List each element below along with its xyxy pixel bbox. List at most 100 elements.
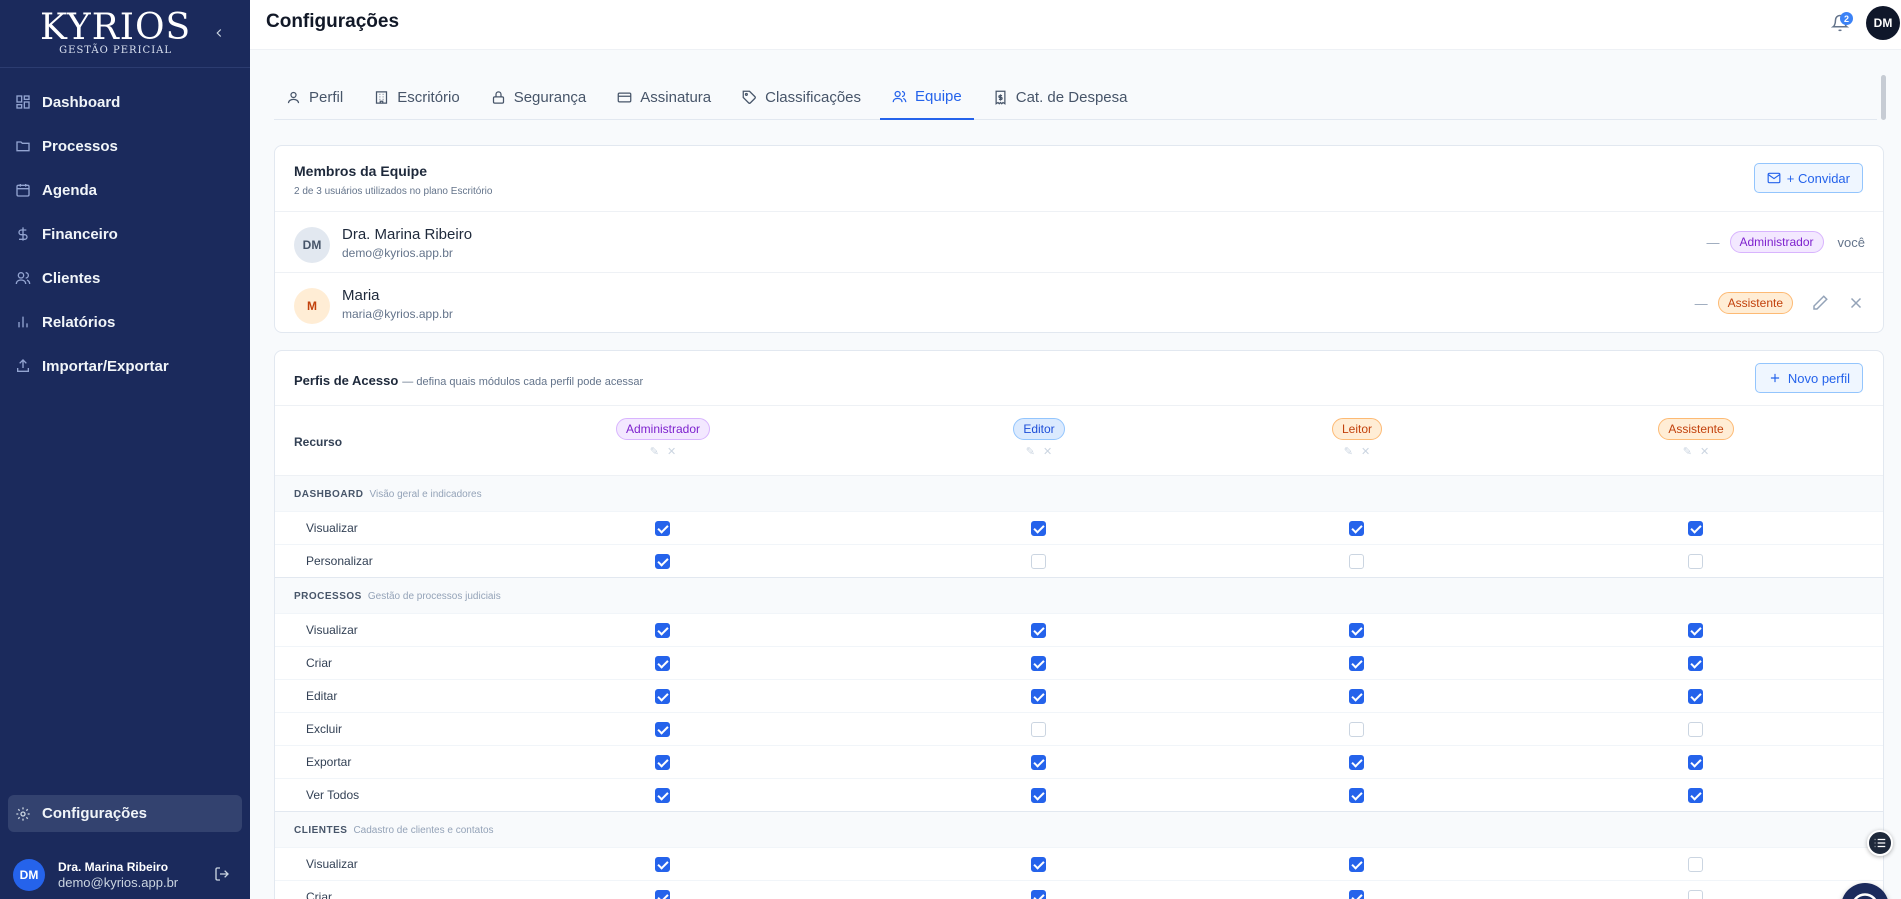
role-column-leitor: Leitor ✎ ✕ [1277,418,1437,458]
kyrios-logo[interactable]: KYRIOS GESTÃO PERICIAL [40,10,191,57]
permission-checkbox[interactable] [655,623,670,638]
permission-checkbox[interactable] [655,890,670,899]
permission-checkbox[interactable] [1031,623,1046,638]
close-icon[interactable]: ✕ [1361,445,1370,458]
permission-checkbox[interactable] [1349,554,1364,569]
tab-perfil[interactable]: Perfil [274,75,355,120]
tab-equipe[interactable]: Equipe [880,75,974,120]
permission-label: Criar [306,656,332,670]
tab-seguranca[interactable]: Segurança [479,75,599,120]
permission-checkbox[interactable] [1688,623,1703,638]
settings-tabs: Perfil Escritório Segurança Assinatura C… [274,75,1877,120]
permission-checkbox[interactable] [655,722,670,737]
permission-checkbox[interactable] [1688,857,1703,872]
user-email: demo@kyrios.app.br [58,874,179,890]
permission-checkbox[interactable] [1031,656,1046,671]
avatar: DM [294,227,330,263]
sidebar-item-agenda[interactable]: Agenda [0,168,250,212]
permission-checkbox[interactable] [1688,788,1703,803]
permission-checkbox[interactable] [1688,689,1703,704]
users-icon [892,90,907,103]
sidebar-item-label: Agenda [42,181,98,199]
close-icon[interactable]: ✕ [1700,445,1709,458]
permission-checkbox[interactable] [1349,656,1364,671]
permission-checkbox[interactable] [655,689,670,704]
permission-checkbox[interactable] [1031,689,1046,704]
permission-checkbox[interactable] [655,656,670,671]
edit-icon[interactable]: ✎ [1344,445,1353,458]
permission-checkbox[interactable] [1688,521,1703,536]
sidebar-item-configuracoes[interactable]: Configurações [8,795,242,832]
permission-checkbox[interactable] [655,521,670,536]
edit-icon[interactable]: ✎ [650,445,659,458]
avatar[interactable]: DM [13,858,45,891]
close-icon[interactable] [1847,294,1865,312]
permission-checkbox[interactable] [1031,788,1046,803]
permission-checkbox[interactable] [1349,755,1364,770]
tab-assinatura[interactable]: Assinatura [605,75,723,120]
permission-checkbox[interactable] [655,554,670,569]
resource-header: Recurso [294,435,343,449]
edit-icon[interactable]: ✎ [1683,445,1692,458]
edit-icon[interactable] [1811,294,1829,312]
sidebar-item-importar-exportar[interactable]: Importar/Exportar [0,344,250,388]
new-profile-label: Novo perfil [1787,370,1850,386]
section-title: PROCESSOS [294,591,362,602]
main-content: Perfil Escritório Segurança Assinatura C… [250,50,1901,899]
tab-cat-despesa[interactable]: Cat. de Despesa [981,75,1140,120]
lock-icon [492,91,504,104]
permission-checkbox[interactable] [1031,554,1046,569]
permission-checkbox[interactable] [1031,722,1046,737]
permission-label: Exportar [306,755,352,769]
header-avatar[interactable]: DM [1866,6,1900,40]
permission-checkbox[interactable] [1688,554,1703,569]
permission-checkbox[interactable] [1688,755,1703,770]
top-header: Configurações 2 DM [250,0,1901,50]
users-icon [15,272,31,285]
member-actions: — Administrador você [1707,230,1865,254]
permission-checkbox[interactable] [655,857,670,872]
permission-label: Editar [306,689,338,703]
tag-icon [742,90,756,104]
permission-checkbox[interactable] [1031,890,1046,899]
role-badge[interactable]: Assistente [1717,292,1793,314]
invite-button[interactable]: + Convidar [1753,163,1863,193]
sidebar-item-dashboard[interactable]: Dashboard [0,80,250,124]
permission-checkbox[interactable] [1031,755,1046,770]
sidebar-item-processos[interactable]: Processos [0,124,250,168]
section-title: DASHBOARD [294,489,364,500]
new-profile-button[interactable]: Novo perfil [1754,363,1863,393]
access-profiles-header: Perfis de Acesso — defina quais módulos c… [275,351,1883,406]
floating-menu-button[interactable] [1867,830,1893,856]
role-badge: Assistente [1658,418,1734,440]
permission-checkbox[interactable] [1349,689,1364,704]
permission-checkbox[interactable] [1349,788,1364,803]
permission-checkbox[interactable] [1349,623,1364,638]
folder-icon [16,141,30,152]
edit-icon[interactable]: ✎ [1026,445,1035,458]
permission-checkbox[interactable] [1688,656,1703,671]
collapse-sidebar-button[interactable] [208,22,230,44]
sidebar-item-relatorios[interactable]: Relatórios [0,300,250,344]
permission-checkbox[interactable] [655,788,670,803]
logout-icon[interactable] [214,866,230,882]
permission-checkbox[interactable] [1688,722,1703,737]
tab-classificacoes[interactable]: Classificações [730,75,873,120]
permission-checkbox[interactable] [1349,722,1364,737]
permission-checkbox[interactable] [1349,890,1364,899]
permission-checkbox[interactable] [655,755,670,770]
close-icon[interactable]: ✕ [667,445,676,458]
permission-checkbox[interactable] [1688,890,1703,899]
permission-checkbox[interactable] [1349,857,1364,872]
sidebar-item-clientes[interactable]: Clientes [0,256,250,300]
permission-checkbox[interactable] [1031,857,1046,872]
member-actions: — Assistente [1695,291,1865,315]
permission-checkbox[interactable] [1031,521,1046,536]
mail-icon [1767,172,1781,184]
close-icon[interactable]: ✕ [1043,445,1052,458]
permission-checkbox[interactable] [1349,521,1364,536]
tab-escritorio[interactable]: Escritório [362,75,472,120]
sidebar-item-financeiro[interactable]: Financeiro [0,212,250,256]
scrollbar[interactable] [1881,75,1886,120]
sidebar-user: DM Dra. Marina Ribeiro demo@kyrios.app.b… [0,850,250,899]
